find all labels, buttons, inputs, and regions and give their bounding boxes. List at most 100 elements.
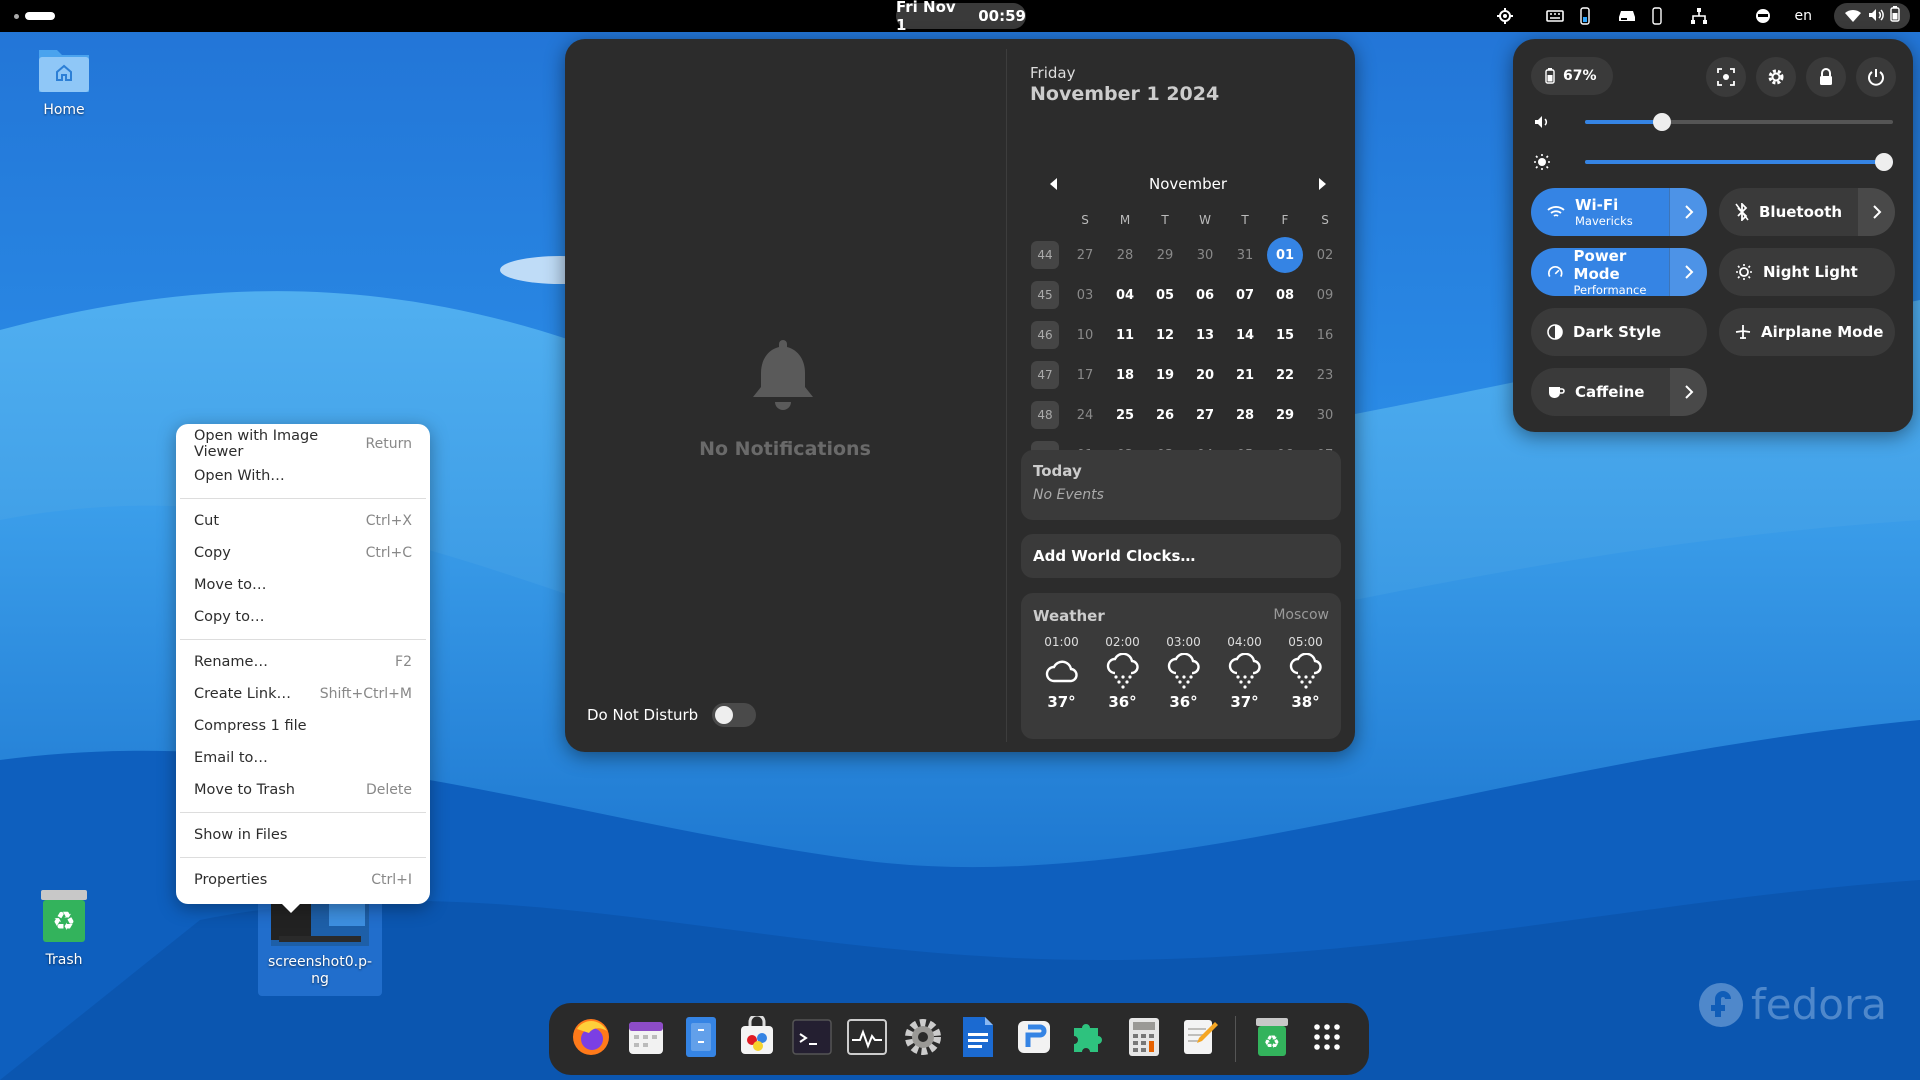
network-icon[interactable]: [1687, 4, 1711, 28]
calendar-today[interactable]: 01: [1267, 237, 1303, 273]
caffeine-toggle[interactable]: Caffeine: [1531, 368, 1669, 416]
menu-item-move-to-trash[interactable]: Move to Trash Delete: [176, 774, 430, 806]
next-month-button[interactable]: [1312, 174, 1332, 194]
calendar-day[interactable]: 10: [1065, 319, 1105, 351]
power-button[interactable]: [1856, 57, 1896, 97]
menu-item-properties[interactable]: Properties Ctrl+I: [176, 864, 430, 896]
wifi-tile[interactable]: Wi-Fi Mavericks: [1531, 188, 1707, 236]
caffeine-menu-button[interactable]: [1669, 368, 1707, 416]
lock-button[interactable]: [1806, 57, 1846, 97]
dock-app-calendar[interactable]: [618, 1009, 673, 1069]
calendar-day[interactable]: 03: [1065, 279, 1105, 311]
dock-app-trash[interactable]: ♻: [1244, 1009, 1299, 1069]
calendar-day[interactable]: 27: [1185, 399, 1225, 431]
screenshot-button[interactable]: [1706, 57, 1746, 97]
calendar-day[interactable]: 17: [1065, 359, 1105, 391]
bluetooth-tile[interactable]: Bluetooth: [1719, 188, 1895, 236]
calendar-day[interactable]: 28: [1225, 399, 1265, 431]
menu-item-email-to[interactable]: Email to…: [176, 742, 430, 774]
calendar-day[interactable]: 30: [1185, 239, 1225, 271]
calendar-day[interactable]: 16: [1305, 319, 1345, 351]
dock-app-software[interactable]: [729, 1009, 784, 1069]
phone-battery-icon[interactable]: [1573, 4, 1597, 28]
menu-item-show-in-files[interactable]: Show in Files: [176, 819, 430, 851]
calendar-day[interactable]: 15: [1265, 319, 1305, 351]
menu-item-rename[interactable]: Rename… F2: [176, 646, 430, 678]
system-menu-button[interactable]: [1834, 3, 1910, 29]
calendar-day[interactable]: 09: [1305, 279, 1345, 311]
status-icon[interactable]: [1751, 4, 1775, 28]
calendar-day[interactable]: 24: [1065, 399, 1105, 431]
settings-button[interactable]: [1756, 57, 1796, 97]
calendar-day[interactable]: 22: [1265, 359, 1305, 391]
calendar-day[interactable]: 08: [1265, 279, 1305, 311]
world-clocks-button[interactable]: Add World Clocks…: [1021, 534, 1341, 578]
calendar-day[interactable]: 02: [1305, 239, 1345, 271]
calendar-day[interactable]: 13: [1185, 319, 1225, 351]
calendar-day[interactable]: 28: [1105, 239, 1145, 271]
calendar-day[interactable]: 06: [1185, 279, 1225, 311]
bluetooth-toggle[interactable]: Bluetooth: [1719, 188, 1857, 236]
dnd-switch[interactable]: [712, 703, 757, 727]
wifi-menu-button[interactable]: [1669, 188, 1707, 236]
drive-icon[interactable]: [1615, 4, 1639, 28]
bluetooth-menu-button[interactable]: [1857, 188, 1895, 236]
dock-app-files[interactable]: [674, 1009, 729, 1069]
menu-item-open-with-image-viewer[interactable]: Open with Image Viewer Return: [176, 428, 430, 460]
weather-card[interactable]: Weather Moscow 01:00 37° 02:00 36° 03:00 36° 0…: [1021, 593, 1341, 739]
desktop-icon-screenshot[interactable]: screenshot0.p- ng: [258, 890, 382, 996]
calendar-day[interactable]: 11: [1105, 319, 1145, 351]
input-language[interactable]: en: [1795, 8, 1813, 24]
menu-item-copy-to[interactable]: Copy to…: [176, 601, 430, 633]
brightness-slider[interactable]: [1585, 153, 1893, 171]
menu-item-cut[interactable]: Cut Ctrl+X: [176, 505, 430, 537]
battery-status[interactable]: 67%: [1531, 57, 1613, 95]
volume-slider[interactable]: [1585, 113, 1893, 131]
calendar-day[interactable]: 30: [1305, 399, 1345, 431]
calendar-day[interactable]: 05: [1145, 279, 1185, 311]
caffeine-tile[interactable]: Caffeine: [1531, 368, 1707, 416]
calendar-day[interactable]: 27: [1065, 239, 1105, 271]
show-apps-button[interactable]: [1300, 1009, 1355, 1069]
calendar-day[interactable]: 12: [1145, 319, 1185, 351]
volume-slider-thumb[interactable]: [1653, 113, 1671, 131]
dock-app-terminal[interactable]: [784, 1009, 839, 1069]
calendar-day[interactable]: 29: [1145, 239, 1185, 271]
calendar-day[interactable]: 21: [1225, 359, 1265, 391]
dock-app-writer[interactable]: [951, 1009, 1006, 1069]
brightness-slider-thumb[interactable]: [1875, 153, 1893, 171]
desktop-icon-trash[interactable]: ♻ Trash: [14, 888, 114, 968]
calendar-day[interactable]: 18: [1105, 359, 1145, 391]
calendar-day[interactable]: 23: [1305, 359, 1345, 391]
power-mode-tile[interactable]: Power Mode Performance: [1531, 247, 1707, 297]
menu-item-copy[interactable]: Copy Ctrl+C: [176, 537, 430, 569]
desktop-icon-home[interactable]: Home: [14, 44, 114, 118]
power-mode-menu-button[interactable]: [1669, 248, 1707, 296]
menu-item-compress-1-file[interactable]: Compress 1 file: [176, 710, 430, 742]
power-mode-toggle[interactable]: Power Mode Performance: [1531, 247, 1669, 297]
night-light-tile[interactable]: Night Light: [1719, 248, 1895, 296]
keyboard-icon[interactable]: [1543, 4, 1567, 28]
dock-app-system-monitor[interactable]: [840, 1009, 895, 1069]
airplane-mode-tile[interactable]: Airplane Mode: [1719, 308, 1895, 356]
dock-app-text-editor[interactable]: [1172, 1009, 1227, 1069]
calendar-day[interactable]: 25: [1105, 399, 1145, 431]
calendar-day[interactable]: 19: [1145, 359, 1185, 391]
calendar-day[interactable]: 29: [1265, 399, 1305, 431]
night-light-toggle[interactable]: Night Light: [1719, 248, 1895, 296]
activities-button[interactable]: [14, 12, 55, 20]
calendar-day[interactable]: 20: [1185, 359, 1225, 391]
wifi-toggle[interactable]: Wi-Fi Mavericks: [1531, 188, 1669, 236]
dock-app-flatseal[interactable]: [1006, 1009, 1061, 1069]
calendar-day[interactable]: 04: [1105, 279, 1145, 311]
dark-style-tile[interactable]: Dark Style: [1531, 308, 1707, 356]
dock-app-firefox[interactable]: [563, 1009, 618, 1069]
menu-item-move-to[interactable]: Move to…: [176, 569, 430, 601]
menu-item-open-with[interactable]: Open With…: [176, 460, 430, 492]
menu-item-create-link[interactable]: Create Link… Shift+Ctrl+M: [176, 678, 430, 710]
dock-app-settings[interactable]: [895, 1009, 950, 1069]
screenshot-icon[interactable]: [1493, 4, 1517, 28]
dock-app-calculator[interactable]: [1117, 1009, 1172, 1069]
calendar-day[interactable]: 26: [1145, 399, 1185, 431]
events-card[interactable]: Today No Events: [1021, 450, 1341, 520]
